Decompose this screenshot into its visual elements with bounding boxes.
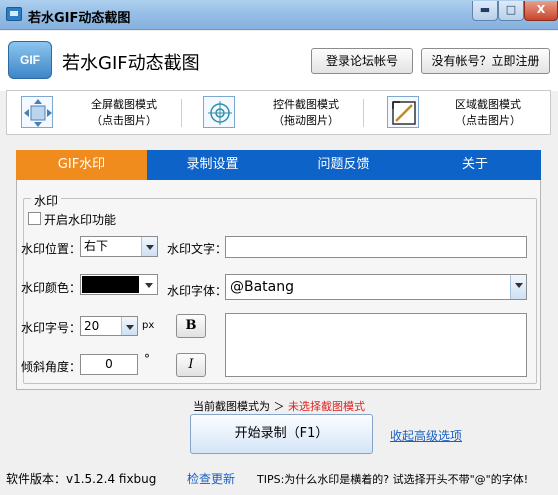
login-button[interactable]: 登录论坛帐号 — [311, 48, 413, 74]
chevron-down-icon — [121, 317, 137, 335]
angle-label: 倾斜角度： — [21, 360, 82, 374]
region-mode-icon[interactable] — [387, 96, 419, 128]
status-prefix: 当前截图模式为 ＞ — [193, 400, 285, 413]
font-label: 水印字体： — [167, 284, 228, 298]
collapse-advanced-link[interactable]: 收起高级选项 — [390, 427, 462, 444]
color-label: 水印颜色： — [21, 281, 82, 295]
text-label: 水印文字： — [167, 242, 228, 256]
color-swatch — [82, 276, 139, 293]
control-mode-icon[interactable] — [203, 96, 235, 128]
chevron-down-icon — [510, 275, 526, 299]
register-button[interactable]: 没有帐号？立即注册 — [421, 48, 550, 74]
tab-about[interactable]: 关于 — [409, 150, 541, 180]
watermark-text-input[interactable] — [225, 236, 527, 258]
tips-text: TIPS:为什么水印是横着的? 试选择开头不带"@"的字体! — [257, 473, 529, 486]
region-mode-hint: （点击图片） — [455, 114, 521, 127]
chevron-down-icon — [141, 275, 157, 294]
tab-feedback[interactable]: 问题反馈 — [278, 150, 409, 180]
italic-button[interactable]: I — [176, 353, 206, 377]
mode-divider — [363, 99, 364, 127]
position-select[interactable]: 右下 — [80, 236, 158, 257]
size-label: 水印字号： — [21, 321, 82, 335]
size-value: 20 — [84, 319, 100, 333]
control-mode-title: 控件截图模式 — [273, 98, 339, 111]
start-record-button[interactable]: 开始录制（F1） — [190, 414, 373, 454]
size-select[interactable]: 20 — [80, 316, 138, 336]
size-unit: px — [142, 320, 155, 331]
fullscreen-mode-hint: （点击图片） — [91, 114, 157, 127]
footer: 软件版本：v1.5.2.4 fixbug 检查更新 TIPS:为什么水印是横着的… — [0, 466, 558, 495]
app-icon — [6, 7, 22, 21]
tab-record-settings[interactable]: 录制设置 — [147, 150, 278, 180]
control-mode-hint: （拖动图片） — [273, 114, 339, 127]
region-mode-title: 区域截图模式 — [455, 98, 521, 111]
window-title: 若水GIF动态截图 — [28, 11, 131, 26]
angle-input[interactable]: 0 — [80, 354, 138, 375]
watermark-group-title: 水印 — [31, 192, 62, 209]
font-select[interactable]: @Batang — [225, 274, 527, 300]
version-text: 软件版本：v1.5.2.4 fixbug — [6, 472, 157, 486]
capture-mode-status: 当前截图模式为 ＞ 未选择截图模式 — [0, 398, 558, 414]
title-bar: 若水GIF动态截图 ▬ □ X — [0, 0, 558, 30]
position-label: 水印位置： — [21, 242, 82, 256]
bold-button[interactable]: B — [176, 314, 206, 338]
app-logo: GIF — [8, 41, 52, 79]
enable-watermark-label[interactable]: 开启水印功能 — [44, 211, 116, 228]
header: GIF 若水GIF动态截图 登录论坛帐号 没有帐号？立即注册 — [0, 31, 558, 91]
fullscreen-mode-icon[interactable] — [21, 96, 53, 128]
watermark-panel: 水印 开启水印功能 水印位置： 右下 水印文字： 水印颜色： 水印字体： @Ba… — [16, 180, 541, 390]
capture-mode-strip: 全屏截图模式 （点击图片） 控件截图模式 （拖动图片） 区域截图模式 （点击图片… — [6, 90, 551, 135]
tab-bar: GIF水印 录制设置 问题反馈 关于 — [16, 150, 541, 180]
maximize-button[interactable]: □ — [498, 1, 524, 21]
minimize-button[interactable]: ▬ — [472, 1, 498, 21]
control-mode-label[interactable]: 控件截图模式 （拖动图片） — [251, 97, 361, 129]
fullscreen-mode-label[interactable]: 全屏截图模式 （点击图片） — [69, 97, 179, 129]
color-select[interactable] — [80, 274, 158, 295]
close-button[interactable]: X — [524, 1, 558, 21]
position-value: 右下 — [84, 239, 109, 253]
check-update-link[interactable]: 检查更新 — [187, 470, 235, 487]
angle-value: 0 — [105, 357, 113, 371]
tab-gif-watermark[interactable]: GIF水印 — [16, 150, 147, 180]
fullscreen-mode-title: 全屏截图模式 — [91, 98, 157, 111]
status-mode: 未选择截图模式 — [288, 400, 365, 413]
angle-unit: ° — [144, 352, 150, 366]
app-title: 若水GIF动态截图 — [62, 53, 200, 74]
font-value: @Batang — [230, 279, 295, 295]
region-mode-label[interactable]: 区域截图模式 （点击图片） — [433, 97, 543, 129]
preview-box — [225, 313, 527, 377]
chevron-down-icon — [141, 237, 157, 256]
mode-divider — [181, 99, 182, 127]
enable-watermark-checkbox[interactable] — [28, 212, 41, 225]
